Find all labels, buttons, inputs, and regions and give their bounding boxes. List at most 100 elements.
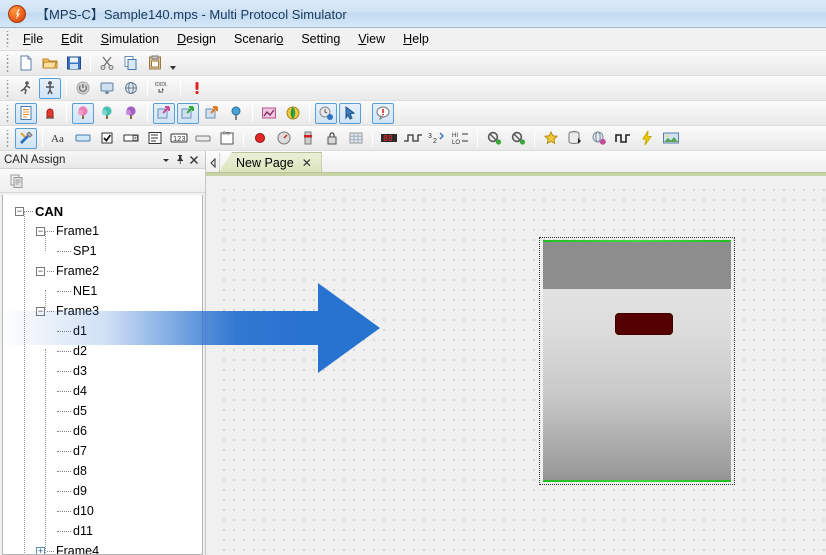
globe-yellow-icon[interactable]: [282, 103, 304, 124]
tree-expander[interactable]: −: [36, 306, 45, 316]
checkbox-icon[interactable]: [96, 128, 118, 149]
menu-item-view[interactable]: View: [349, 30, 394, 48]
menu-item-setting[interactable]: Setting: [292, 30, 349, 48]
pin-icon[interactable]: [173, 153, 187, 167]
tree-node-d11[interactable]: d11: [3, 521, 202, 541]
seven-segment-icon[interactable]: 88: [378, 128, 400, 149]
paste-clipboard-icon[interactable]: [144, 53, 166, 74]
toolbar-overflow-button[interactable]: [167, 53, 178, 74]
power-icon[interactable]: [72, 78, 94, 99]
pointer-blue-icon[interactable]: [339, 102, 361, 124]
page-list-icon[interactable]: [15, 102, 37, 124]
tree-node-frame2[interactable]: − Frame2: [3, 261, 202, 281]
run-walk-icon[interactable]: [15, 78, 37, 99]
clock-sync-icon[interactable]: [315, 102, 337, 124]
tree-node-d8[interactable]: d8: [3, 461, 202, 481]
copy-page-icon[interactable]: [6, 170, 28, 191]
tree-node-d5[interactable]: d5: [3, 401, 202, 421]
tree-node-d4[interactable]: d4: [3, 381, 202, 401]
tab-close-icon[interactable]: ✕: [302, 156, 312, 170]
star-favorite-icon[interactable]: [540, 128, 562, 149]
tree-node-d6[interactable]: d6: [3, 421, 202, 441]
textbox-icon[interactable]: [72, 128, 94, 149]
chart-pink-icon[interactable]: [258, 103, 280, 124]
combobox-icon[interactable]: [120, 128, 142, 149]
menu-item-edit[interactable]: Edit: [52, 30, 92, 48]
tools-wrench-icon[interactable]: [15, 127, 37, 149]
group-box-icon[interactable]: Grp: [216, 128, 238, 149]
menu-item-help[interactable]: Help: [394, 30, 438, 48]
copy-icon[interactable]: [120, 53, 142, 74]
cut-scissors-icon[interactable]: [96, 53, 118, 74]
tab-new-page[interactable]: New Page ✕: [219, 152, 322, 172]
globe-network-icon[interactable]: [120, 78, 142, 99]
stand-figure-icon[interactable]: [39, 77, 61, 99]
numeric-field-icon[interactable]: 123: [168, 128, 190, 149]
balloon-pin-icon[interactable]: [225, 103, 247, 124]
tab-scroll-left-icon[interactable]: [206, 153, 220, 172]
tree-node-d9[interactable]: d9: [3, 481, 202, 501]
device-panel-shape[interactable]: [539, 237, 735, 485]
tree-node-ne1[interactable]: NE1: [3, 281, 202, 301]
canvas-viewport[interactable]: [206, 173, 826, 555]
menu-item-design[interactable]: Design: [168, 30, 225, 48]
tree-expander[interactable]: −: [36, 266, 45, 276]
new-document-icon[interactable]: [15, 53, 37, 74]
tree-pink-icon[interactable]: [72, 102, 94, 124]
tree-node-can[interactable]: − CAN: [3, 201, 202, 221]
grid-matrix-icon[interactable]: [345, 128, 367, 149]
toolbar-grip[interactable]: [4, 54, 11, 72]
tree-node-sp1[interactable]: SP1: [3, 241, 202, 261]
tree-expander[interactable]: −: [15, 206, 24, 216]
tree-node-d3[interactable]: d3: [3, 361, 202, 381]
tree-node-d10[interactable]: d10: [3, 501, 202, 521]
tree-node-d2[interactable]: d2: [3, 341, 202, 361]
tree-node-d1[interactable]: d1: [3, 321, 202, 341]
pulse-edge-icon[interactable]: [402, 128, 424, 149]
design-canvas[interactable]: [216, 182, 826, 555]
save-disk-icon[interactable]: [63, 53, 85, 74]
monitor-icon[interactable]: [96, 78, 118, 99]
can-tree-container[interactable]: − CAN − Frame1 SP1 − Frame2 NE1 − Frame3…: [2, 195, 203, 555]
tree-node-frame4[interactable]: + Frame4: [3, 541, 202, 554]
signal-trace-icon[interactable]: IDIDI.: [153, 78, 175, 99]
globe-record-icon[interactable]: [588, 128, 610, 149]
tree-node-frame1[interactable]: − Frame1: [3, 221, 202, 241]
alarm-light-icon[interactable]: [39, 103, 61, 124]
led-round-red-icon[interactable]: [249, 128, 271, 149]
alert-exclamation-icon[interactable]: [186, 78, 208, 99]
tree-teal-icon[interactable]: [96, 103, 118, 124]
database-insert-icon[interactable]: [564, 128, 586, 149]
toolbar-grip[interactable]: [4, 129, 11, 147]
tree-node-d7[interactable]: d7: [3, 441, 202, 461]
tree-expander[interactable]: −: [36, 226, 45, 236]
tree-node-frame3[interactable]: − Frame3: [3, 301, 202, 321]
hi-lo-icon[interactable]: HI LO: [450, 128, 472, 149]
toolbar-grip[interactable]: [4, 79, 11, 97]
can-node-out-icon[interactable]: [483, 128, 505, 149]
text-label-icon[interactable]: Aa: [48, 128, 70, 149]
image-picture-icon[interactable]: [660, 128, 682, 149]
gauge-meter-icon[interactable]: [273, 128, 295, 149]
listbox-icon[interactable]: [144, 128, 166, 149]
counter-321-icon[interactable]: 32: [426, 128, 448, 149]
chevron-down-icon[interactable]: [159, 153, 173, 167]
comment-alert-icon[interactable]: [372, 102, 394, 124]
link-back-orange-icon[interactable]: [201, 103, 223, 124]
menu-item-file[interactable]: File: [14, 30, 52, 48]
menu-item-scenario[interactable]: Scenario: [225, 30, 292, 48]
open-folder-icon[interactable]: [39, 53, 61, 74]
menu-grip[interactable]: [4, 31, 11, 47]
link-out-green-icon[interactable]: [177, 102, 199, 124]
can-node-in-icon[interactable]: [507, 128, 529, 149]
menu-item-simulation[interactable]: Simulation: [92, 30, 168, 48]
close-icon[interactable]: [187, 153, 201, 167]
button-icon[interactable]: [192, 128, 214, 149]
lightning-bolt-icon[interactable]: [636, 128, 658, 149]
toolbar-grip[interactable]: [4, 104, 11, 122]
link-in-pink-icon[interactable]: [153, 102, 175, 124]
tree-purple-icon[interactable]: [120, 103, 142, 124]
lock-icon[interactable]: [321, 128, 343, 149]
slider-vertical-icon[interactable]: [297, 128, 319, 149]
square-wave-icon[interactable]: [612, 128, 634, 149]
